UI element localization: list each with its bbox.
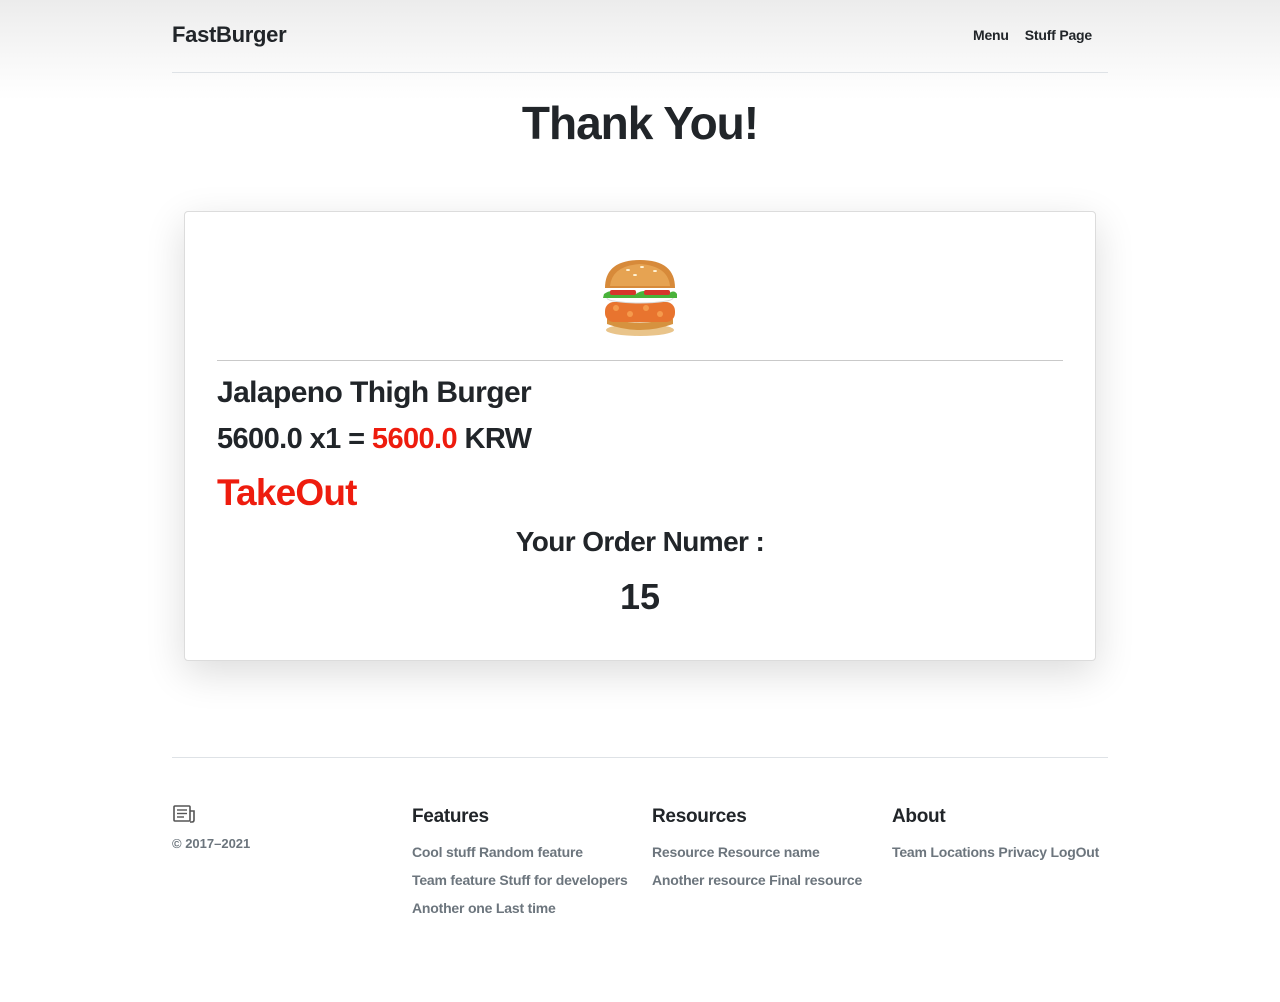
quantity: 1 bbox=[325, 423, 341, 455]
order-number: 15 bbox=[619, 576, 661, 617]
top-nav: Menu Stuff Page bbox=[973, 27, 1092, 43]
multiply-sign: x bbox=[309, 423, 326, 455]
footer-link[interactable]: Cool stuff Random feature bbox=[412, 838, 642, 866]
order-number-label: Your Order Numer : bbox=[515, 526, 765, 557]
footer-column-title: Resources bbox=[652, 806, 747, 827]
unit-price: 5600.0 bbox=[217, 423, 303, 455]
currency: KRW bbox=[464, 423, 533, 455]
footer-divider bbox=[172, 757, 1108, 758]
footer-link[interactable]: Team Locations Privacy LogOut bbox=[892, 838, 1122, 866]
footer-column-resources: Resources Resource Resource name Another… bbox=[652, 806, 882, 894]
equals-sign: = bbox=[348, 423, 365, 455]
burger-image bbox=[603, 260, 677, 336]
nav-stuff-page-link[interactable]: Stuff Page bbox=[1025, 27, 1092, 43]
footer-link[interactable]: Another resource Final resource bbox=[652, 866, 882, 894]
price-line: 5600.0 x1 = 5600.0 KRW bbox=[217, 423, 533, 456]
footer-column-title: About bbox=[892, 806, 946, 827]
order-type: TakeOut bbox=[217, 472, 358, 513]
nav-menu-link[interactable]: Menu bbox=[973, 27, 1009, 43]
footer-column-features: Features Cool stuff Random feature Team … bbox=[412, 806, 642, 922]
footer-column-about: About Team Locations Privacy LogOut bbox=[892, 806, 1122, 866]
site-header: FastBurger Menu Stuff Page bbox=[172, 0, 1108, 73]
card-divider bbox=[217, 360, 1063, 361]
brand-logo-link[interactable]: FastBurger bbox=[172, 22, 287, 48]
footer-link[interactable]: Team feature Stuff for developers bbox=[412, 866, 642, 894]
copyright: © 2017–2021 bbox=[172, 836, 251, 851]
page-title: Thank You! bbox=[521, 97, 759, 149]
order-summary-card: Jalapeno Thigh Burger 5600.0 x1 = 5600.0… bbox=[184, 211, 1096, 661]
footer-link[interactable]: Resource Resource name bbox=[652, 838, 882, 866]
item-name: Jalapeno Thigh Burger bbox=[217, 376, 532, 409]
notebook-icon bbox=[173, 805, 195, 823]
total-price: 5600.0 bbox=[371, 423, 458, 455]
footer-column-title: Features bbox=[412, 806, 489, 827]
footer-link[interactable]: Another one Last time bbox=[412, 894, 642, 922]
